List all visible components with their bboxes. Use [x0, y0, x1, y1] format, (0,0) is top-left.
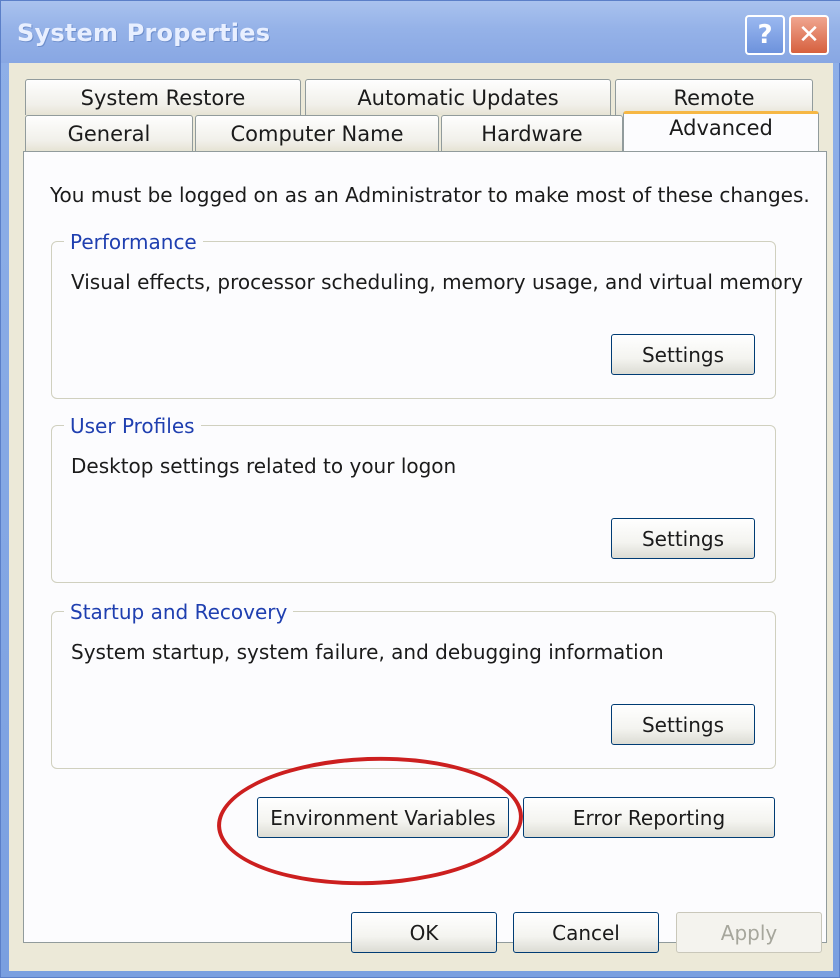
- group-description: System startup, system failure, and debu…: [71, 640, 664, 664]
- help-button[interactable]: ?: [745, 15, 785, 55]
- startup-recovery-settings-button[interactable]: Settings: [611, 704, 755, 745]
- group-title: Performance: [64, 230, 203, 254]
- close-button[interactable]: ✕: [789, 15, 829, 55]
- close-icon: ✕: [798, 20, 820, 50]
- tab-label: Remote: [673, 85, 755, 110]
- tab-automatic-updates[interactable]: Automatic Updates: [305, 79, 611, 115]
- tab-advanced[interactable]: Advanced: [623, 111, 819, 151]
- error-reporting-button[interactable]: Error Reporting: [523, 797, 775, 838]
- admin-note: You must be logged on as an Administrato…: [50, 183, 810, 207]
- user-profiles-group: User Profiles Desktop settings related t…: [51, 414, 776, 583]
- tab-label: General: [67, 121, 151, 146]
- user-profiles-settings-button[interactable]: Settings: [611, 518, 755, 559]
- performance-group: Performance Visual effects, processor sc…: [51, 230, 803, 399]
- system-properties-window: System Properties ? ✕ System Restore Aut…: [0, 0, 840, 978]
- startup-recovery-group: Startup and Recovery System startup, sys…: [51, 600, 776, 769]
- group-title: User Profiles: [64, 414, 201, 438]
- tab-system-restore[interactable]: System Restore: [25, 79, 301, 115]
- tab-label: Advanced: [669, 116, 773, 140]
- tab-label: Computer Name: [230, 121, 404, 146]
- group-description: Desktop settings related to your logon: [71, 454, 457, 478]
- tab-label: Automatic Updates: [357, 85, 559, 110]
- group-description: Visual effects, processor scheduling, me…: [71, 270, 803, 294]
- tab-remote[interactable]: Remote: [615, 79, 813, 115]
- tab-computer-name[interactable]: Computer Name: [195, 115, 439, 151]
- cancel-button[interactable]: Cancel: [513, 912, 659, 953]
- tab-label: System Restore: [80, 85, 246, 110]
- tab-general[interactable]: General: [25, 115, 193, 151]
- performance-settings-button[interactable]: Settings: [611, 334, 755, 375]
- group-title: Startup and Recovery: [64, 600, 294, 624]
- ok-button[interactable]: OK: [351, 912, 497, 953]
- apply-button[interactable]: Apply: [676, 912, 822, 953]
- help-icon: ?: [757, 20, 773, 50]
- window-title: System Properties: [17, 19, 271, 47]
- tab-hardware[interactable]: Hardware: [441, 115, 623, 151]
- tab-label: Hardware: [481, 121, 583, 146]
- title-bar[interactable]: System Properties ? ✕: [1, 1, 840, 63]
